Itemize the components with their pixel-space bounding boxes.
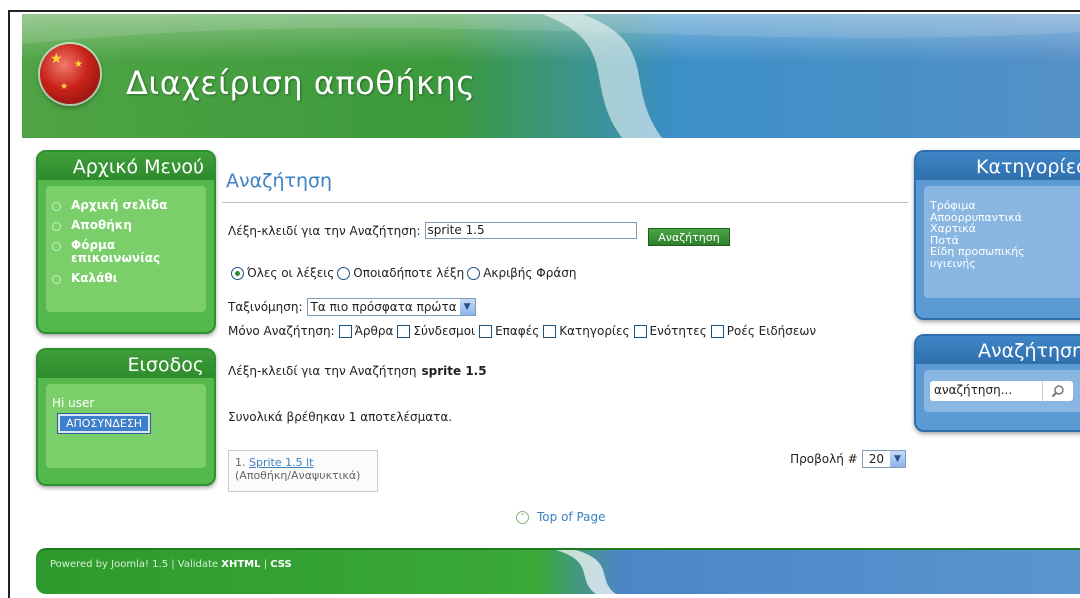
magnifier-icon[interactable] (1042, 381, 1073, 401)
checkbox-newsfeeds[interactable] (710, 324, 724, 338)
login-body: Hi user ΑΠΟΣΥΝΔΕΣΗ (46, 384, 206, 468)
window-frame-left (8, 10, 10, 598)
main-menu-title: Αρχικό Μενού (38, 152, 214, 180)
radio-all-words-label: Όλες οι λέξεις (247, 266, 335, 280)
categories-title: Κατηγορίες (916, 152, 1080, 180)
keyword-label: Λέξη-κλειδί για την Αναζήτηση: (228, 223, 421, 238)
sidebar-search-input[interactable]: αναζήτηση... (930, 381, 1042, 401)
page-title: Αναζήτηση (226, 170, 333, 192)
checkbox-weblinks[interactable] (397, 324, 411, 338)
category-paper[interactable]: Χαρτικά (924, 223, 1080, 235)
category-personal-hygiene[interactable]: Είδη προσωπικής υγιεινής (924, 246, 1040, 269)
search-only-row: Μόνο Αναζήτηση: Άρθρα Σύνδεσμοι Επαφές Κ… (228, 324, 816, 338)
checkbox-articles-label: Άρθρα (354, 324, 394, 338)
login-module: Εισοδος Hi user ΑΠΟΣΥΝΔΕΣΗ (36, 348, 216, 486)
title-divider (222, 202, 908, 203)
greeting-text: Hi user (52, 396, 95, 410)
search-module-title: Αναζήτηση (916, 336, 1080, 364)
checkbox-articles[interactable] (338, 324, 352, 338)
top-of-page-label: Top of Page (537, 510, 606, 524)
result-number: 1. (235, 456, 246, 469)
menu-item-contact-form[interactable]: Φόρμα επικοινωνίας (46, 236, 206, 269)
footer-powered[interactable]: Powered by Joomla! 1.5 | Validate (50, 559, 218, 570)
search-button[interactable]: Αναζήτηση (648, 228, 730, 246)
menu-item-cart[interactable]: Καλάθι (46, 269, 206, 289)
radio-exact-phrase[interactable] (467, 266, 481, 280)
checkbox-newsfeeds-label: Ροές Ειδήσεων (726, 324, 817, 338)
main-menu-module: Αρχικό Μενού Αρχική σελίδα Αποθήκη Φόρμα… (36, 150, 216, 334)
footer-xhtml-link[interactable]: XHTML (221, 559, 260, 570)
match-type-row: Όλες οι λέξεις Οποιαδήποτε λέξη Ακριβής … (228, 266, 576, 280)
keyword-summary-label: Λέξη-κλειδί για την Αναζήτηση (228, 364, 417, 378)
footer-credits: Powered by Joomla! 1.5 | Validate XHTML … (50, 559, 292, 570)
arrow-up-icon: ⌃ (516, 510, 529, 524)
display-count-select[interactable]: 20 ▼ (861, 450, 906, 468)
keyword-row: Λέξη-κλειδί για την Αναζήτηση: sprite 1.… (228, 222, 637, 239)
keyword-input[interactable]: sprite 1.5 (424, 222, 637, 239)
radio-any-word[interactable] (337, 266, 351, 280)
display-count-label: Προβολή # (790, 452, 858, 466)
display-count-value: 20 (868, 452, 884, 466)
checkbox-sections[interactable] (633, 324, 647, 338)
checkbox-weblinks-label: Σύνδεσμοι (413, 324, 476, 338)
checkbox-contacts-label: Επαφές (495, 324, 540, 338)
login-title: Εισοδος (38, 350, 214, 378)
menu-item-home[interactable]: Αρχική σελίδα (46, 196, 206, 216)
display-count-row: Προβολή # 20 ▼ (790, 450, 906, 468)
window-frame-top (8, 10, 1080, 12)
search-module: Αναζήτηση αναζήτηση... (914, 334, 1080, 432)
radio-all-words[interactable] (231, 266, 244, 280)
footer-separator: | (263, 559, 268, 570)
ordering-label: Ταξινόμηση: (228, 300, 303, 314)
chevron-down-icon[interactable]: ▼ (459, 299, 475, 315)
checkbox-contacts[interactable] (479, 324, 493, 338)
search-only-label: Μόνο Αναζήτηση: (228, 324, 335, 338)
site-title[interactable]: Διαχείριση αποθήκης (126, 64, 476, 102)
site-logo[interactable]: ★ ★ ★ (40, 44, 100, 104)
main-menu-list: Αρχική σελίδα Αποθήκη Φόρμα επικοινωνίας… (46, 186, 206, 312)
ordering-select-value: Τα πιο πρόσφατα πρώτα (310, 300, 457, 314)
site-header: ★ ★ ★ Διαχείριση αποθήκης (22, 14, 1080, 138)
category-food[interactable]: Τρόφιμα (924, 200, 1080, 212)
checkbox-categories-label: Κατηγορίες (559, 324, 630, 338)
ordering-row: Ταξινόμηση: Τα πιο πρόσφατα πρώτα ▼ (228, 298, 476, 316)
chevron-down-icon[interactable]: ▼ (890, 451, 905, 467)
categories-module: Κατηγορίες Τρόφιμα Αποορρυπαντικά Χαρτικ… (914, 150, 1080, 320)
bullet-icon (52, 242, 61, 251)
bullet-icon (52, 222, 61, 231)
checkbox-categories[interactable] (543, 324, 557, 338)
logout-button[interactable]: ΑΠΟΣΥΝΔΕΣΗ (58, 414, 151, 433)
radio-exact-phrase-label: Ακριβής Φράση (483, 266, 577, 280)
search-module-body: αναζήτηση... (924, 370, 1080, 412)
footer-swirl-decoration (556, 550, 616, 594)
result-section: (Αποθήκη/Αναψυκτικά) (235, 469, 361, 482)
bullet-icon (52, 202, 61, 211)
site-footer: Powered by Joomla! 1.5 | Validate XHTML … (36, 548, 1080, 594)
keyword-summary: Λέξη-κλειδί για την Αναζήτηση sprite 1.5 (228, 364, 487, 378)
result-item: 1. Sprite 1.5 lt (Αποθήκη/Αναψυκτικά) (228, 450, 378, 492)
checkbox-sections-label: Ενότητες (649, 324, 707, 338)
result-title-link[interactable]: Sprite 1.5 lt (249, 456, 313, 469)
categories-list: Τρόφιμα Αποορρυπαντικά Χαρτικά Ποτά Είδη… (924, 186, 1080, 298)
radio-any-word-label: Οποιαδήποτε λέξη (353, 266, 465, 280)
menu-item-warehouse[interactable]: Αποθήκη (46, 216, 206, 236)
bullet-icon (52, 275, 61, 284)
keyword-summary-value: sprite 1.5 (421, 364, 487, 378)
results-total: Συνολικά βρέθηκαν 1 αποτελέσματα. (228, 410, 452, 424)
results-total-text: Συνολικά βρέθηκαν 1 αποτελέσματα. (228, 410, 453, 424)
top-of-page-link[interactable]: ⌃ Top of Page (516, 510, 606, 524)
ordering-select[interactable]: Τα πιο πρόσφατα πρώτα ▼ (306, 298, 476, 316)
footer-css-link[interactable]: CSS (270, 559, 291, 570)
